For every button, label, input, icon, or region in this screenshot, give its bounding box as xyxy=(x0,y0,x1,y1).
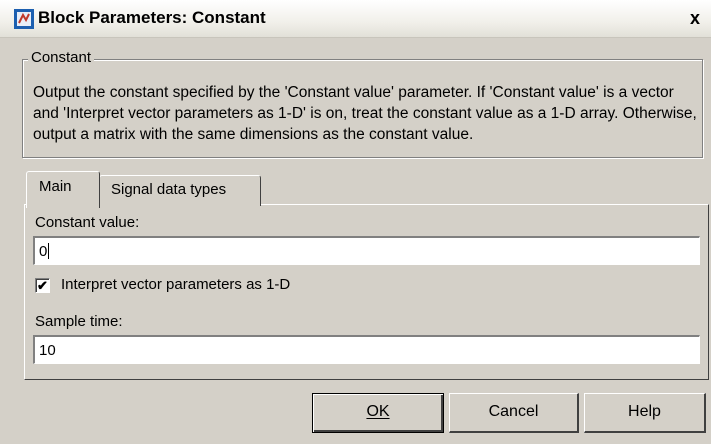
close-icon: x xyxy=(689,8,700,28)
help-button-label: Help xyxy=(628,403,661,420)
groupbox-legend: Constant xyxy=(28,49,95,66)
ok-button[interactable]: OK xyxy=(312,393,444,433)
constant-value-input[interactable]: 0 xyxy=(33,236,700,265)
interpret-vector-label[interactable]: Interpret vector parameters as 1-D xyxy=(61,276,290,293)
sample-time-input[interactable]: 10 xyxy=(33,335,700,364)
title-bar[interactable]: Block Parameters: Constant x xyxy=(0,0,711,38)
constant-value-text: 0 xyxy=(39,243,48,260)
block-description: Output the constant specified by the 'Co… xyxy=(33,84,697,143)
close-button[interactable]: x xyxy=(685,8,705,28)
simulink-block-icon xyxy=(14,9,34,29)
sample-time-label: Sample time: xyxy=(35,313,123,330)
cancel-button-label: Cancel xyxy=(488,403,539,420)
window-title: Block Parameters: Constant xyxy=(38,8,266,27)
sample-time-text: 10 xyxy=(39,342,56,359)
tab-signal-data-types[interactable]: Signal data types xyxy=(99,175,261,206)
text-caret xyxy=(48,243,50,259)
checkmark-icon: ✔ xyxy=(37,278,48,293)
tab-main-label: Main xyxy=(39,178,72,195)
constant-value-label: Constant value: xyxy=(35,214,140,231)
ok-button-label: OK xyxy=(366,403,390,420)
interpret-vector-checkbox[interactable]: ✔ xyxy=(35,278,50,293)
help-button[interactable]: Help xyxy=(584,393,706,433)
cancel-button[interactable]: Cancel xyxy=(449,393,579,433)
tab-main[interactable]: Main xyxy=(26,171,100,208)
tab-signal-data-types-label: Signal data types xyxy=(111,181,227,198)
